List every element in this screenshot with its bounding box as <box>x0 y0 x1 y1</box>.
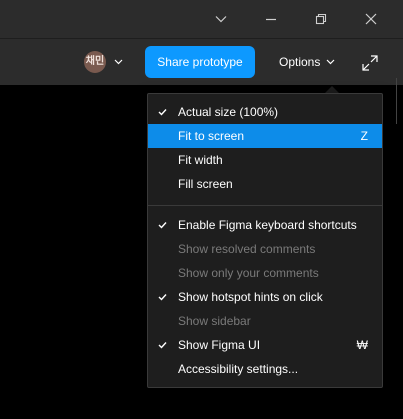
menu-item-label: Show resolved comments <box>178 242 316 256</box>
title-bar <box>0 0 403 39</box>
options-button[interactable]: Options <box>271 46 345 78</box>
menu-item-fit-to-screen[interactable]: Fit to screen Z <box>148 124 382 148</box>
shortcut-label: ₩ <box>356 338 368 352</box>
checkmark-icon <box>158 222 167 229</box>
menu-item-show-resolved-comments: Show resolved comments <box>148 237 382 261</box>
avatar[interactable]: 채민 <box>84 51 106 73</box>
close-icon[interactable] <box>346 0 396 38</box>
expand-icon[interactable] <box>360 53 380 73</box>
share-prototype-button[interactable]: Share prototype <box>145 46 255 78</box>
chevron-down-icon <box>326 59 335 65</box>
menu-item-accessibility-settings[interactable]: Accessibility settings... <box>148 357 382 381</box>
checkmark-icon <box>158 109 167 116</box>
menu-item-label: Fit to screen <box>178 129 245 143</box>
checkmark-icon <box>158 342 167 349</box>
checkmark-icon <box>158 294 167 301</box>
menu-item-show-only-your-comments: Show only your comments <box>148 261 382 285</box>
menu-item-label: Fill screen <box>178 177 233 191</box>
menu-item-label: Show Figma UI <box>178 338 261 352</box>
menu-item-keyboard-shortcuts[interactable]: Enable Figma keyboard shortcuts <box>148 213 382 237</box>
prototype-toolbar: 채민 Share prototype Options <box>0 39 403 124</box>
menu-item-label: Show only your comments <box>178 266 319 280</box>
divider <box>396 78 397 124</box>
chevron-down-icon[interactable] <box>196 0 246 38</box>
menu-item-label: Accessibility settings... <box>178 362 299 376</box>
restore-icon[interactable] <box>296 0 346 38</box>
menu-item-actual-size[interactable]: Actual size (100%) <box>148 100 382 124</box>
avatar-menu[interactable]: 채민 <box>78 46 130 78</box>
menu-item-show-sidebar: Show sidebar <box>148 309 382 333</box>
menu-item-label: Show hotspot hints on click <box>178 290 323 304</box>
options-menu: Actual size (100%) Fit to screen Z Fit w… <box>147 93 383 388</box>
minimize-icon[interactable] <box>246 0 296 38</box>
chevron-down-icon <box>114 59 123 65</box>
options-label: Options <box>279 55 321 69</box>
menu-caret <box>325 86 339 93</box>
menu-item-label: Actual size (100%) <box>178 105 279 119</box>
menu-separator <box>148 205 382 206</box>
menu-item-label: Enable Figma keyboard shortcuts <box>178 218 357 232</box>
menu-item-show-figma-ui[interactable]: Show Figma UI ₩ <box>148 333 382 357</box>
menu-item-fill-screen[interactable]: Fill screen <box>148 172 382 196</box>
figma-prototype-window: 채민 Share prototype Options Actual size (… <box>0 0 403 419</box>
menu-item-hotspot-hints[interactable]: Show hotspot hints on click <box>148 285 382 309</box>
menu-item-label: Fit width <box>178 153 223 167</box>
menu-item-label: Show sidebar <box>178 314 251 328</box>
shortcut-label: Z <box>360 129 368 143</box>
menu-item-fit-width[interactable]: Fit width <box>148 148 382 172</box>
